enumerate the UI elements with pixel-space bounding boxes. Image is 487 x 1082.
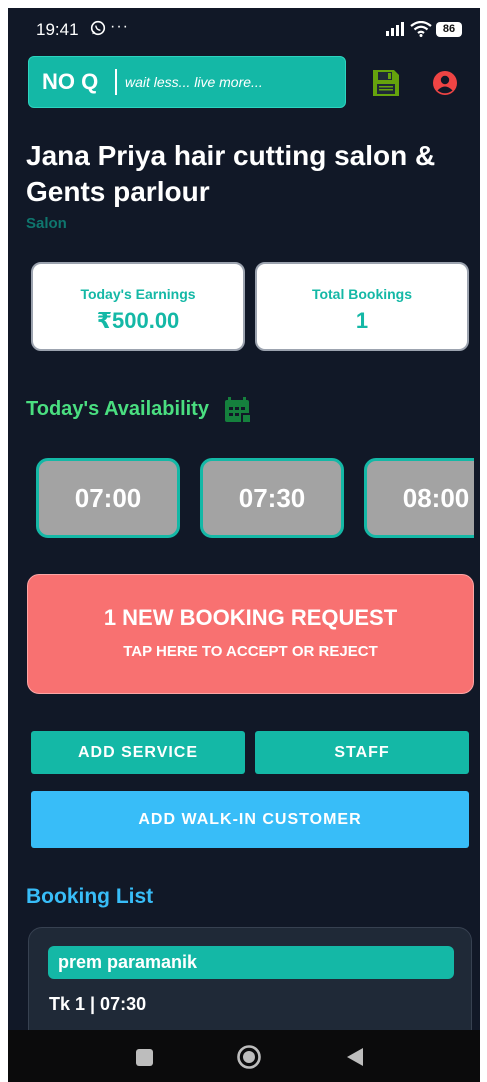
new-booking-request-banner[interactable]: 1 NEW BOOKING REQUEST TAP HERE TO ACCEPT… bbox=[27, 574, 474, 694]
add-walkin-customer-button[interactable]: ADD WALK-IN CUSTOMER bbox=[31, 791, 469, 848]
status-time: 19:41 bbox=[36, 20, 79, 39]
home-icon[interactable] bbox=[236, 1044, 262, 1070]
brand-divider bbox=[115, 69, 117, 95]
back-icon[interactable] bbox=[344, 1045, 366, 1069]
whatsapp-icon bbox=[90, 20, 106, 39]
shop-category: Salon bbox=[26, 215, 67, 232]
booking-list-title: Booking List bbox=[26, 885, 154, 908]
brand-banner: NO Q wait less... live more... bbox=[28, 56, 346, 108]
time-slot[interactable]: 07:00 bbox=[36, 458, 180, 538]
staff-button[interactable]: STAFF bbox=[255, 731, 469, 774]
save-icon[interactable] bbox=[371, 68, 401, 98]
brand-name: NO Q bbox=[42, 69, 99, 94]
earnings-card: Today's Earnings ₹500.00 bbox=[31, 262, 245, 351]
earnings-label: Today's Earnings bbox=[80, 286, 196, 302]
time-slot[interactable]: 08:00 bbox=[364, 458, 474, 538]
bookings-label: Total Bookings bbox=[311, 286, 413, 302]
request-subtitle: TAP HERE TO ACCEPT OR REJECT bbox=[123, 643, 378, 660]
time-slot[interactable]: 07:30 bbox=[200, 458, 344, 538]
wifi-icon bbox=[410, 20, 432, 42]
time-slots: 07:00 07:30 08:00 bbox=[8, 456, 474, 541]
calendar-icon[interactable] bbox=[222, 396, 254, 426]
shop-name: Jana Priya hair cutting salon & Gents pa… bbox=[26, 140, 436, 207]
bookings-value: 1 bbox=[355, 308, 369, 333]
app-screen: 19:41 ··· 86 NO Q wait less... live more… bbox=[8, 8, 480, 1082]
add-service-button[interactable]: ADD SERVICE bbox=[31, 731, 245, 774]
recents-icon[interactable] bbox=[136, 1049, 153, 1066]
signal-icon bbox=[386, 22, 406, 41]
more-icon: ··· bbox=[110, 18, 129, 35]
system-nav-bar bbox=[8, 1030, 480, 1082]
status-bar: 19:41 ··· 86 bbox=[8, 8, 480, 50]
booking-token-time: Tk 1 | 07:30 bbox=[49, 994, 147, 1014]
brand-tagline: wait less... live more... bbox=[125, 74, 263, 90]
profile-icon[interactable] bbox=[432, 70, 458, 96]
availability-title: Today's Availability bbox=[26, 398, 209, 420]
earnings-value: ₹500.00 bbox=[96, 308, 180, 333]
battery-icon: 86 bbox=[436, 22, 462, 37]
booking-customer-name: prem paramanik bbox=[48, 946, 454, 979]
bookings-card: Total Bookings 1 bbox=[255, 262, 469, 351]
request-title: 1 NEW BOOKING REQUEST bbox=[103, 605, 398, 630]
